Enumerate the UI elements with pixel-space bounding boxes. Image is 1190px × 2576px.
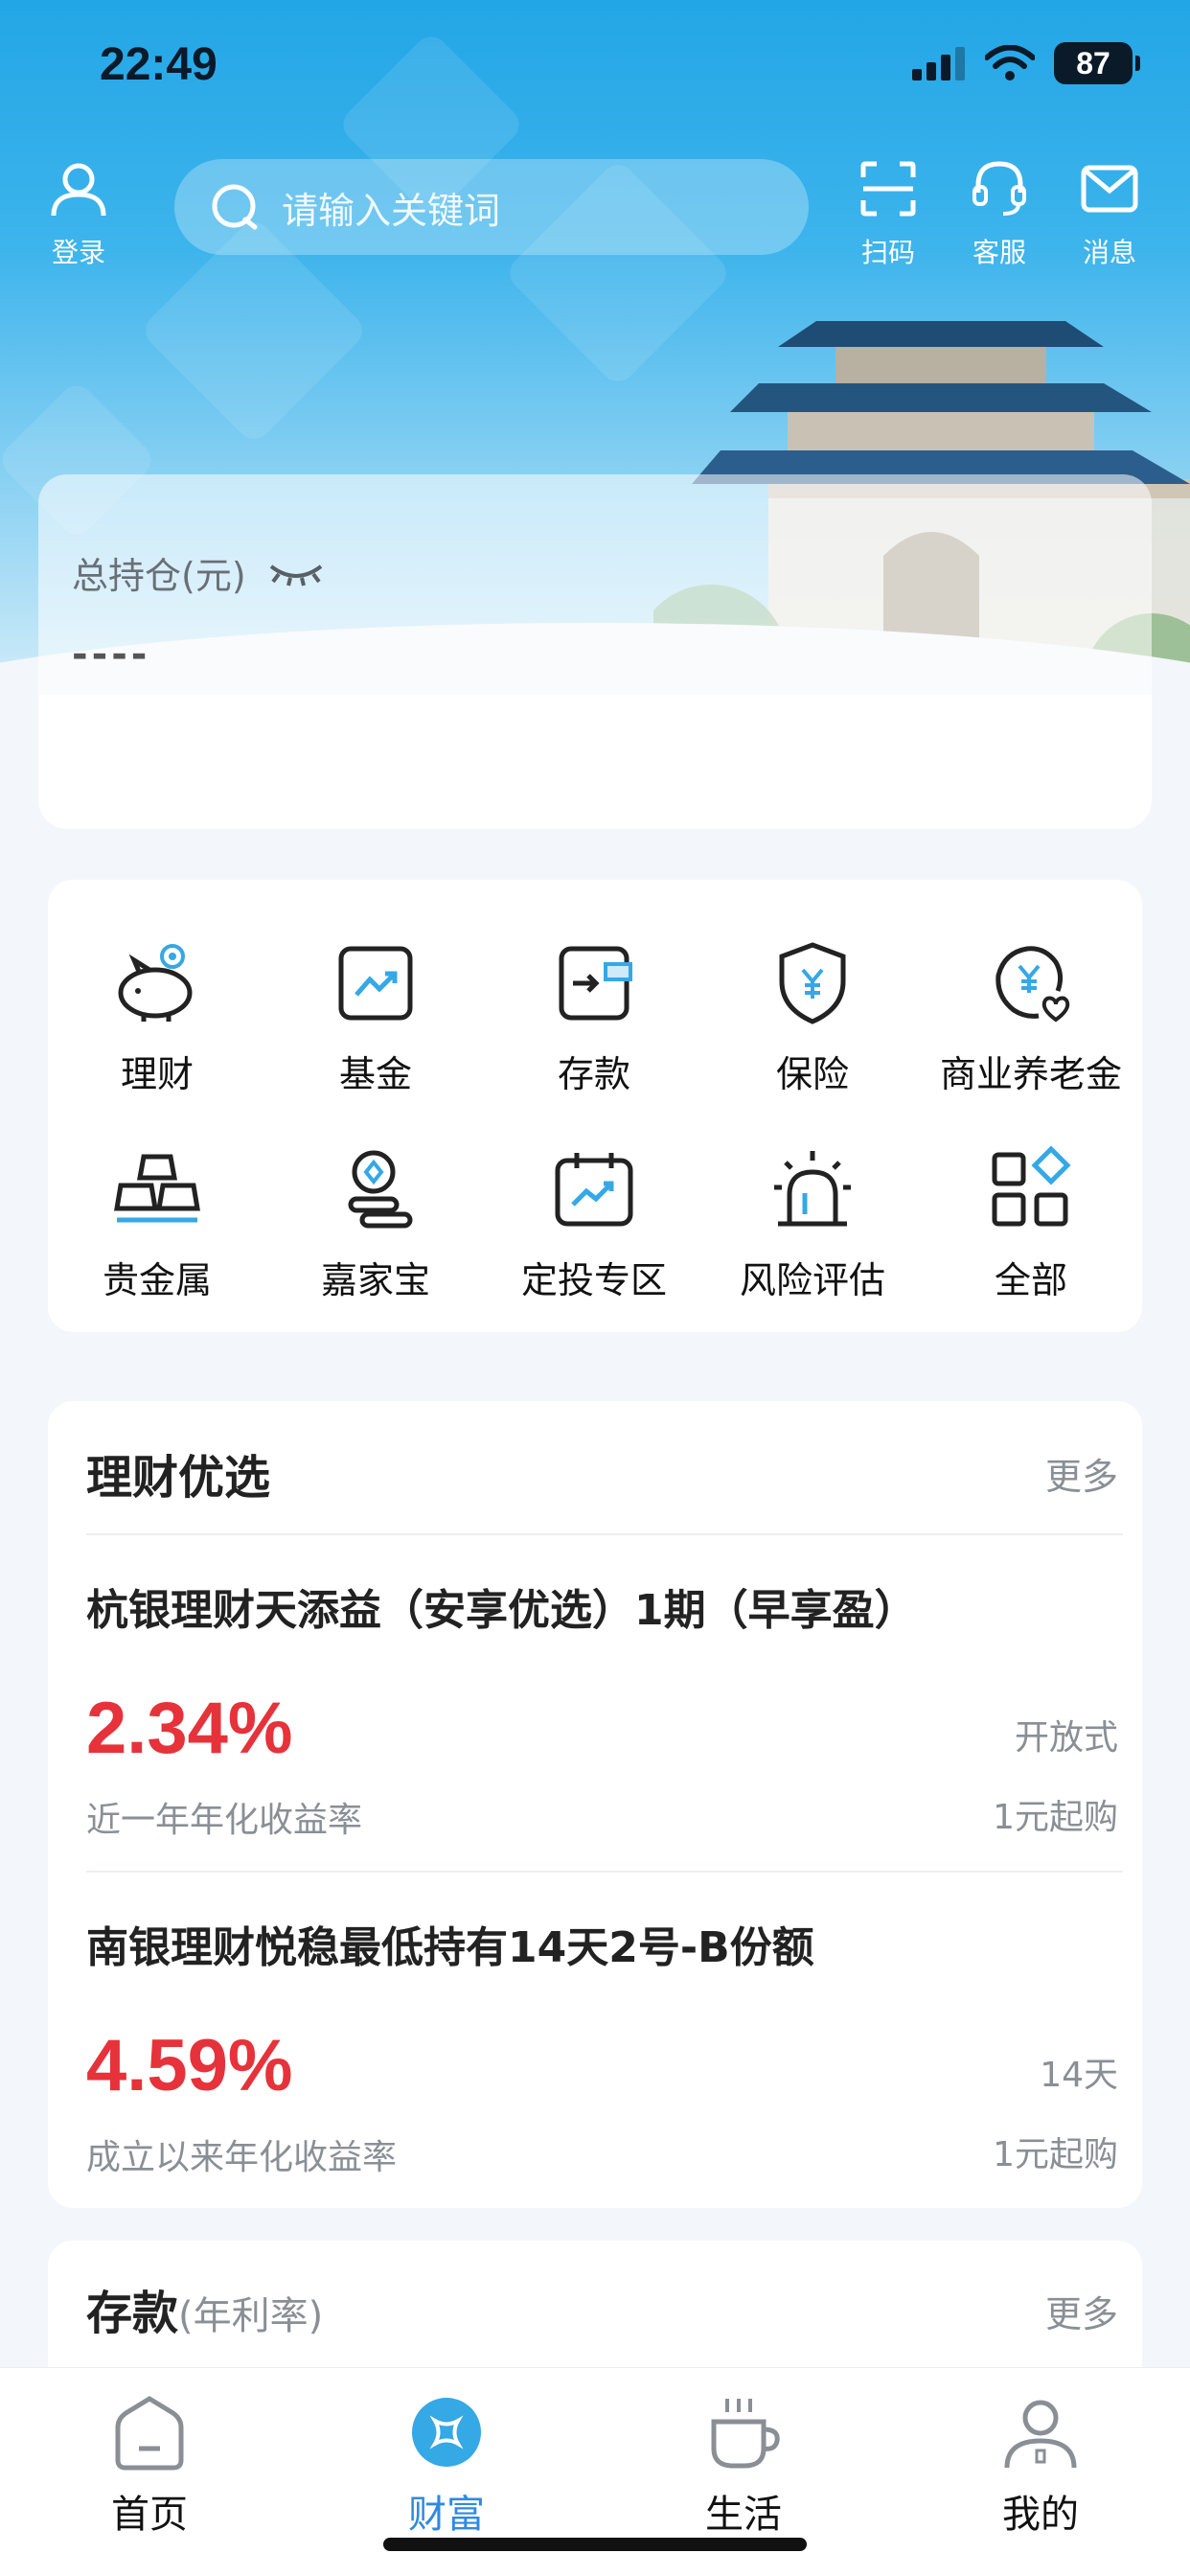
divider [86, 1871, 1123, 1873]
holdings-title-text: 总持仓(元) [72, 555, 246, 597]
menu-item-label: 定投专区 [520, 1259, 667, 1301]
menu-item-label: 全部 [994, 1259, 1067, 1301]
holdings-value: ---- [72, 632, 151, 677]
search-icon [212, 184, 258, 230]
more-link[interactable]: 更多 [1045, 2285, 1118, 2337]
customer-service-button[interactable]: 客服 [947, 158, 1052, 270]
insurance-shield-icon [779, 942, 846, 1024]
service-label: 客服 [972, 237, 1026, 268]
home-icon [115, 2396, 184, 2471]
message-label: 消息 [1082, 237, 1136, 268]
scan-icon [860, 161, 916, 217]
home-indicator[interactable] [383, 2538, 807, 2551]
search-input[interactable]: 请输入关键词 [174, 159, 809, 255]
calendar-chart-icon [555, 1153, 633, 1227]
eye-closed-icon[interactable] [267, 559, 325, 587]
battery-indicator: 87 [1054, 42, 1140, 84]
wifi-icon [985, 45, 1035, 80]
menu-item-deposit[interactable]: 存款 [485, 937, 703, 1097]
menu-item-risk-assessment[interactable]: 风险评估 [703, 1143, 922, 1303]
function-menu: 理财 基金 存款 保险 商业养老金 贵金属 嘉家宝 定投专区 风险评估 全部 [48, 880, 1142, 1332]
grid-all-icon [992, 1145, 1071, 1227]
menu-item-label: 理财 [120, 1053, 194, 1095]
product-name: 南银理财悦稳最低持有14天2号-B份额 [86, 1923, 814, 1972]
coffee-cup-icon [711, 2399, 780, 2469]
gold-bars-icon [114, 1154, 200, 1223]
deposit-title: 存款 [86, 2287, 179, 2340]
section-title: 理财优选 [86, 1451, 271, 1505]
menu-item-label: 贵金属 [102, 1259, 212, 1301]
product-term-tag: 14天 [1040, 2056, 1118, 2095]
search-placeholder: 请输入关键词 [282, 189, 501, 232]
product-rate: 4.59% [86, 2025, 293, 2106]
piggy-bank-icon [118, 944, 193, 1022]
product-rate-label: 近一年年化收益率 [86, 1801, 363, 1840]
product-name: 杭银理财天添益（安享优选）1期（早享盈） [86, 1586, 917, 1635]
menu-item-jiajiabao[interactable]: 嘉家宝 [266, 1143, 485, 1303]
signal-icon [912, 47, 965, 80]
menu-item-pension[interactable]: 商业养老金 [922, 937, 1140, 1097]
menu-item-insurance[interactable]: 保险 [703, 937, 922, 1097]
product-rate-label: 成立以来年化收益率 [86, 2138, 398, 2177]
wealth-picks-card: 理财优选 更多 杭银理财天添益（安享优选）1期（早享盈） 2.34% 近一年年化… [48, 1401, 1142, 2208]
menu-item-fund[interactable]: 基金 [266, 937, 485, 1097]
status-icons: 87 [912, 38, 1140, 88]
scan-button[interactable]: 扫码 [835, 158, 941, 270]
deposit-subtitle: (年利率) [178, 2294, 324, 2338]
login-label: 登录 [51, 237, 105, 268]
deposit-icon [559, 946, 632, 1021]
menu-item-label: 风险评估 [739, 1259, 885, 1301]
fund-chart-icon [338, 946, 413, 1021]
more-link[interactable]: 更多 [1045, 1447, 1118, 1500]
tab-life[interactable]: 生活 [648, 2389, 839, 2539]
profile-icon [1004, 2400, 1077, 2469]
menu-item-all[interactable]: 全部 [922, 1143, 1140, 1303]
holdings-card[interactable]: 总持仓(元) ---- [38, 474, 1152, 829]
user-icon [51, 163, 106, 217]
tab-home[interactable]: 首页 [54, 2389, 245, 2539]
divider [86, 1533, 1123, 1535]
tab-label: 我的 [1002, 2493, 1079, 2537]
mail-icon [1081, 165, 1138, 213]
menu-item-auto-invest[interactable]: 定投专区 [485, 1143, 703, 1303]
holdings-title: 总持仓(元) [72, 546, 325, 599]
menu-item-label: 保险 [775, 1053, 849, 1095]
pension-icon [995, 946, 1070, 1023]
wealth-icon [412, 2398, 481, 2467]
menu-item-label: 商业养老金 [939, 1053, 1122, 1095]
product-min-purchase: 1元起购 [993, 2135, 1118, 2174]
tab-label: 首页 [111, 2493, 188, 2537]
headset-icon [973, 161, 1026, 216]
tab-label: 财富 [408, 2493, 485, 2537]
tab-wealth[interactable]: 财富 [351, 2389, 542, 2539]
menu-item-label: 基金 [338, 1053, 412, 1095]
tab-mine[interactable]: 我的 [945, 2389, 1136, 2539]
product-rate: 2.34% [86, 1688, 293, 1769]
section-title: 存款(年利率) [86, 2275, 323, 2342]
alarm-light-icon [774, 1151, 851, 1227]
status-time: 22:49 [100, 39, 217, 90]
login-button[interactable]: 登录 [26, 158, 131, 270]
menu-item-label: 嘉家宝 [320, 1259, 430, 1301]
menu-item-label: 存款 [557, 1053, 630, 1095]
tab-label: 生活 [705, 2493, 782, 2537]
menu-item-wealth[interactable]: 理财 [48, 937, 266, 1097]
product-min-purchase: 1元起购 [993, 1798, 1118, 1837]
scan-label: 扫码 [860, 237, 915, 268]
message-button[interactable]: 消息 [1057, 158, 1162, 270]
coins-icon [348, 1150, 413, 1229]
menu-item-precious-metal[interactable]: 贵金属 [48, 1143, 266, 1303]
product-type-tag: 开放式 [1014, 1718, 1118, 1758]
